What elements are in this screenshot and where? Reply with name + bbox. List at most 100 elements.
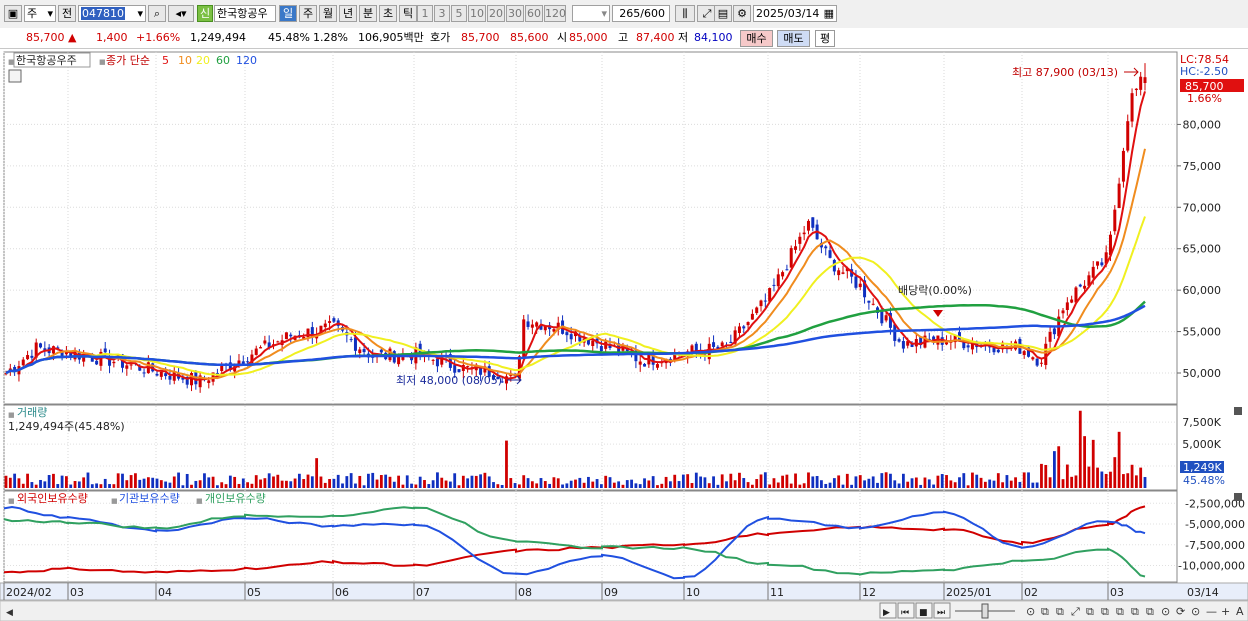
minute-tab-10[interactable]: 10 <box>468 5 486 22</box>
y-tick-label: 80,000 <box>1183 118 1222 131</box>
candle-body <box>453 365 457 373</box>
minute-tab-120[interactable]: 120 <box>544 5 566 22</box>
prev-button[interactable]: 전 <box>58 5 76 22</box>
volume-bar <box>664 476 668 488</box>
candle-body <box>276 341 280 343</box>
volume-bar <box>906 481 910 488</box>
volume-bar <box>444 480 448 488</box>
save-icon[interactable]: ▤ <box>714 5 732 22</box>
x-tick-label: 03 <box>1110 586 1124 599</box>
tool-icon: ⊙ <box>1161 605 1170 618</box>
minute-custom-select[interactable]: ▾ <box>572 5 610 22</box>
volume-bar <box>673 474 677 488</box>
minute-tab-30[interactable]: 30 <box>506 5 524 22</box>
candle-type-icon[interactable]: ⫼ <box>675 5 695 22</box>
volume-bar <box>971 472 974 488</box>
volume-bar <box>815 476 819 488</box>
avg-button[interactable]: 평 <box>815 30 835 47</box>
volume-bar <box>1117 431 1121 488</box>
volume-bar <box>595 479 599 488</box>
legend-marker-icon: ■ <box>8 58 15 66</box>
period-tab-2[interactable]: 월 <box>319 5 337 22</box>
volume-bar <box>725 481 728 488</box>
candle-body <box>966 345 970 348</box>
volume-bar <box>233 476 237 488</box>
candle-body <box>565 332 569 336</box>
close-panel-icon[interactable] <box>1234 493 1242 501</box>
volume-bar <box>1048 477 1052 488</box>
layout-icon[interactable]: ▣ <box>4 5 22 22</box>
volume-bar <box>285 480 288 488</box>
volume-bar <box>699 476 703 488</box>
date-input[interactable]: 2025/03/14 ▦ <box>753 5 837 22</box>
search-icon[interactable]: ⌕ <box>148 5 166 22</box>
volume-bar <box>889 473 892 488</box>
x-tick-label: 11 <box>770 586 784 599</box>
period-tab-5[interactable]: 초 <box>379 5 397 22</box>
volume-bar <box>483 472 487 488</box>
code-input[interactable]: 047810 ▾ <box>78 5 146 22</box>
volume-bar <box>530 481 534 488</box>
volume-bar <box>785 474 789 488</box>
turnover: 1.28% <box>313 31 348 44</box>
volume-bar <box>159 480 163 488</box>
volume-bar <box>820 480 823 488</box>
nav-icon: ■ <box>919 608 928 618</box>
candle-body <box>776 274 780 287</box>
volume-bar <box>310 476 314 488</box>
volume-bar <box>47 475 51 488</box>
volume-bar <box>1031 482 1035 488</box>
gear-icon[interactable]: ⚙ <box>733 5 751 22</box>
volume-bar <box>953 482 957 488</box>
period-tab-0[interactable]: 일 <box>279 5 297 22</box>
period-tab-4[interactable]: 분 <box>359 5 377 22</box>
zoom-slider-handle[interactable] <box>981 603 989 619</box>
sell-button[interactable]: 매도 <box>777 30 810 47</box>
count-input[interactable]: 265/600 <box>612 5 670 22</box>
close-panel-icon[interactable] <box>1234 407 1242 415</box>
volume-bar <box>513 483 517 488</box>
period-tab-3[interactable]: 년 <box>339 5 357 22</box>
candle-body <box>164 373 168 377</box>
volume-bar <box>211 476 215 488</box>
volume-bar <box>876 482 879 488</box>
volume-bar <box>371 472 375 488</box>
x-tick-label: 02 <box>1024 586 1038 599</box>
volume-bar <box>884 472 888 488</box>
period-tab-6[interactable]: 틱 <box>399 5 417 22</box>
candle-body <box>1052 328 1056 335</box>
candle-body <box>591 340 595 346</box>
volume-bar <box>940 474 944 488</box>
volume-bar <box>466 478 470 488</box>
candle-body <box>569 334 573 340</box>
price-text: 85,700 <box>26 31 65 44</box>
volume-bar <box>172 476 176 488</box>
volume-bar <box>427 484 431 488</box>
y-tick-label: 60,000 <box>1183 284 1222 297</box>
candle-body <box>466 366 470 368</box>
period-tab-1[interactable]: 주 <box>299 5 317 22</box>
calculator-icon[interactable] <box>8 69 22 83</box>
minute-tab-3[interactable]: 3 <box>434 5 450 22</box>
period-select[interactable]: 주 ▾ <box>24 5 56 22</box>
minute-tab-20[interactable]: 20 <box>487 5 505 22</box>
volume-bar <box>401 484 405 488</box>
buy-button[interactable]: 매수 <box>740 30 773 47</box>
volume-bar <box>690 483 694 488</box>
volume-bar <box>216 485 219 488</box>
volume-bar <box>694 472 698 488</box>
volume-bar <box>39 479 42 488</box>
minute-tab-5[interactable]: 5 <box>451 5 467 22</box>
candle-body <box>992 347 996 353</box>
minute-tab-60[interactable]: 60 <box>525 5 543 22</box>
candle-body <box>159 371 163 377</box>
volume-bar <box>332 478 336 488</box>
minute-tab-1[interactable]: 1 <box>417 5 433 22</box>
speaker-icon[interactable]: ◂▾ <box>168 5 194 22</box>
volume-bar <box>181 485 185 488</box>
candle-body <box>246 361 250 363</box>
volume-bar <box>660 483 664 488</box>
volume-bar <box>129 475 133 488</box>
volume-bar <box>203 473 206 488</box>
volume-bar <box>496 484 500 488</box>
